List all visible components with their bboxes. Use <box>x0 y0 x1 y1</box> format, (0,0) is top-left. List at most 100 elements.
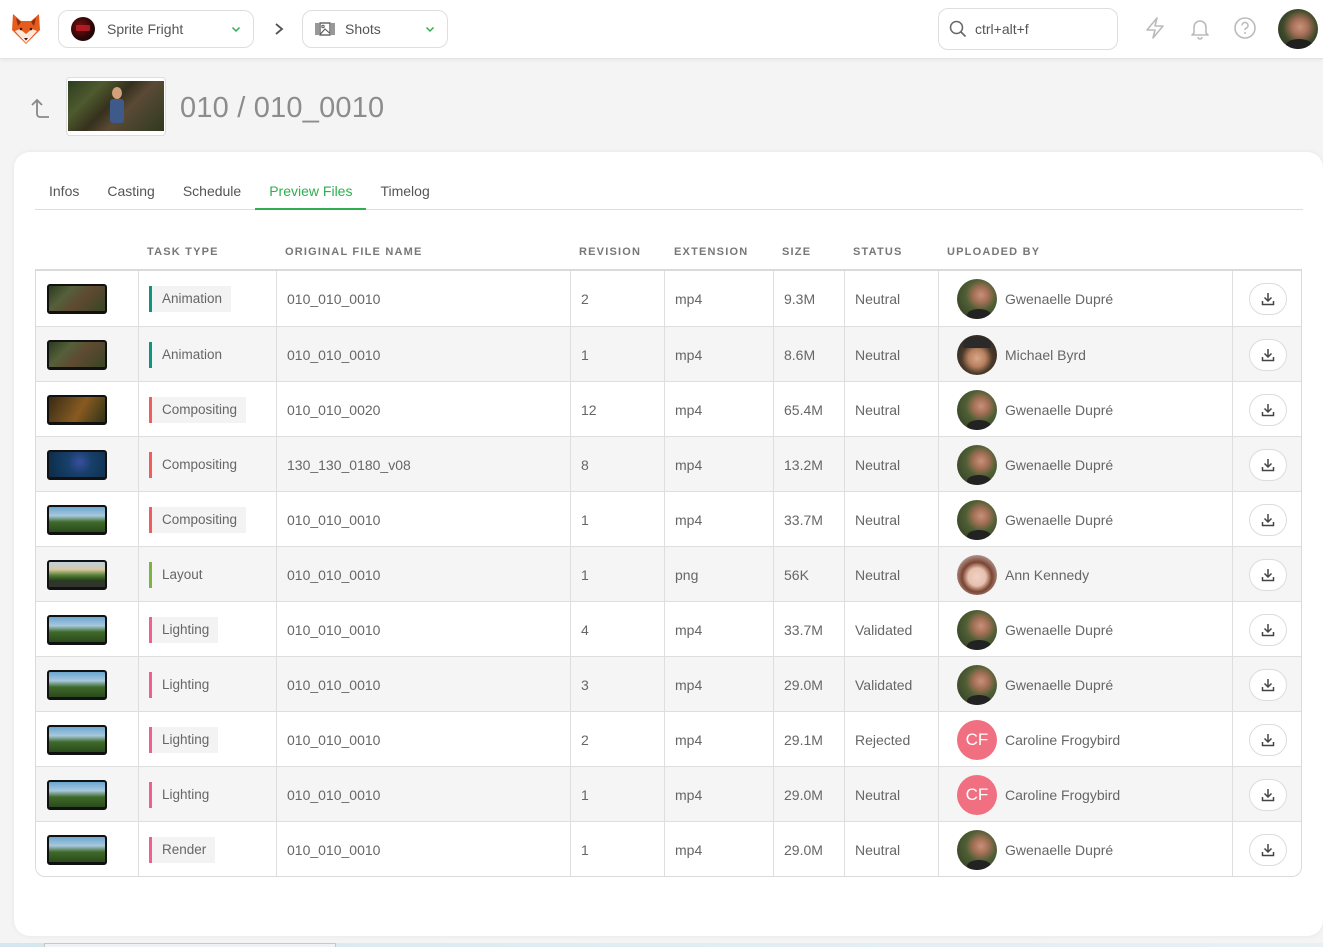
file-name-cell: 010_010_0010 <box>276 492 570 547</box>
thumbnail-cell <box>36 602 138 657</box>
preview-thumbnail[interactable] <box>47 283 107 314</box>
preview-thumbnail[interactable] <box>47 339 107 370</box>
preview-thumbnail[interactable] <box>47 449 107 480</box>
download-button[interactable] <box>1249 723 1287 756</box>
table-row[interactable]: Lighting 010_010_0010 4 mp4 33.7M Valida… <box>36 601 1301 657</box>
column-header-file-name[interactable]: ORIGINAL FILE NAME <box>285 246 423 258</box>
tab-infos[interactable]: Infos <box>35 174 93 210</box>
table-row[interactable]: Animation 010_010_0010 2 mp4 9.3M Neutra… <box>36 271 1301 326</box>
table-row[interactable]: Lighting 010_010_0010 3 mp4 29.0M Valida… <box>36 656 1301 712</box>
search-input[interactable] <box>975 21 1105 37</box>
extension-cell: mp4 <box>664 822 773 876</box>
column-header-uploaded-by[interactable]: UPLOADED BY <box>947 246 1040 258</box>
avatar[interactable] <box>957 664 997 705</box>
preview-thumbnail[interactable] <box>47 724 107 755</box>
avatar[interactable] <box>957 554 997 595</box>
avatar[interactable]: CF <box>957 719 997 760</box>
kitsu-fox-logo-icon[interactable] <box>10 12 42 46</box>
preview-thumbnail[interactable] <box>47 669 107 700</box>
column-header-extension[interactable]: EXTENSION <box>674 246 748 258</box>
extension-cell: png <box>664 547 773 602</box>
download-button[interactable] <box>1249 778 1287 811</box>
download-button[interactable] <box>1249 338 1287 371</box>
column-header-size[interactable]: SIZE <box>782 246 811 258</box>
lightning-icon[interactable] <box>1143 16 1167 40</box>
current-user-avatar[interactable] <box>1278 9 1318 49</box>
tab-casting[interactable]: Casting <box>93 174 168 210</box>
status-cell: Neutral <box>844 822 938 876</box>
uploaded-by-cell: Michael Byrd <box>938 327 1232 382</box>
avatar[interactable]: CF <box>957 774 997 815</box>
avatar[interactable] <box>957 609 997 650</box>
table-row[interactable]: Lighting 010_010_0010 1 mp4 29.0M Neutra… <box>36 766 1301 822</box>
download-button[interactable] <box>1249 558 1287 591</box>
section-name: Shots <box>345 21 381 37</box>
avatar[interactable] <box>957 499 997 540</box>
extension-cell: mp4 <box>664 492 773 547</box>
back-arrow-icon[interactable] <box>29 97 51 121</box>
help-icon[interactable] <box>1233 16 1257 40</box>
download-icon <box>1261 843 1275 856</box>
task-type-name: Render <box>162 842 207 857</box>
download-button[interactable] <box>1249 613 1287 646</box>
download-button[interactable] <box>1249 282 1287 315</box>
table-row[interactable]: Compositing 130_130_0180_v08 8 mp4 13.2M… <box>36 436 1301 492</box>
preview-thumbnail[interactable] <box>47 394 107 425</box>
size-cell: 8.6M <box>773 327 844 382</box>
bell-icon[interactable] <box>1188 16 1212 40</box>
preview-thumbnail[interactable] <box>47 504 107 535</box>
tab-timelog[interactable]: Timelog <box>366 174 443 210</box>
table-row[interactable]: Animation 010_010_0010 1 mp4 8.6M Neutra… <box>36 326 1301 382</box>
size-cell: 9.3M <box>773 271 844 326</box>
avatar[interactable] <box>957 334 997 375</box>
shot-thumbnail[interactable] <box>66 77 166 136</box>
uploader-name: Ann Kennedy <box>1005 566 1090 583</box>
revision-cell: 1 <box>570 492 664 547</box>
table-row[interactable]: Compositing 010_010_0020 12 mp4 65.4M Ne… <box>36 381 1301 437</box>
preview-thumbnail[interactable] <box>47 834 107 865</box>
avatar[interactable] <box>957 829 997 870</box>
extension-cell: mp4 <box>664 271 773 326</box>
table-row[interactable]: Compositing 010_010_0010 1 mp4 33.7M Neu… <box>36 491 1301 547</box>
thumbnail-cell <box>36 767 138 822</box>
tab-preview-files[interactable]: Preview Files <box>255 174 367 210</box>
production-selector[interactable]: Sprite Fright <box>58 10 254 48</box>
task-type-tag: Compositing <box>149 451 247 478</box>
table-row[interactable]: Layout 010_010_0010 1 png 56K Neutral An… <box>36 546 1301 602</box>
download-button[interactable] <box>1249 503 1287 536</box>
table-row[interactable]: Render 010_010_0010 1 mp4 29.0M Neutral … <box>36 821 1301 876</box>
file-name-cell: 010_010_0010 <box>276 271 570 326</box>
column-header-revision[interactable]: REVISION <box>579 246 641 258</box>
avatar[interactable] <box>957 278 997 319</box>
task-type-name: Compositing <box>162 402 238 417</box>
table-row[interactable]: Lighting 010_010_0010 2 mp4 29.1M Reject… <box>36 711 1301 767</box>
revision-cell: 4 <box>570 602 664 657</box>
download-button[interactable] <box>1249 393 1287 426</box>
section-selector[interactable]: Shots <box>302 10 448 48</box>
uploaded-by-cell: Gwenaelle Dupré <box>938 492 1232 547</box>
revision-cell: 8 <box>570 437 664 492</box>
global-search[interactable] <box>938 8 1118 50</box>
download-button[interactable] <box>1249 448 1287 481</box>
task-type-cell: Render <box>138 822 276 876</box>
preview-thumbnail[interactable] <box>47 779 107 810</box>
column-header-task-type[interactable]: TASK TYPE <box>147 246 219 258</box>
top-bar: Sprite Fright Shots <box>0 0 1323 59</box>
avatar[interactable] <box>957 444 997 485</box>
tab-schedule[interactable]: Schedule <box>169 174 255 210</box>
column-header-status[interactable]: STATUS <box>853 246 903 258</box>
task-type-name: Layout <box>162 567 203 582</box>
preview-thumbnail[interactable] <box>47 559 107 590</box>
preview-thumbnail[interactable] <box>47 614 107 645</box>
avatar[interactable] <box>957 389 997 430</box>
task-type-tag: Lighting <box>149 781 219 808</box>
download-icon <box>1261 403 1275 416</box>
file-name-cell: 010_010_0010 <box>276 822 570 876</box>
download-button[interactable] <box>1249 668 1287 701</box>
task-type-cell: Animation <box>138 327 276 382</box>
task-type-name: Lighting <box>162 787 210 802</box>
download-icon <box>1261 292 1275 305</box>
status-cell: Validated <box>844 657 938 712</box>
action-cell <box>1232 657 1301 712</box>
download-button[interactable] <box>1249 833 1287 866</box>
